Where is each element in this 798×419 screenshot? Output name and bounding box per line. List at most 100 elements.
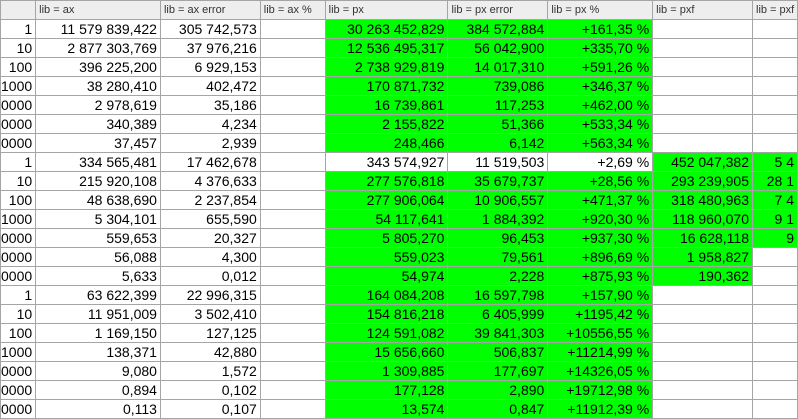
row-label-cell[interactable]: 0000 (0, 361, 37, 381)
table-cell[interactable] (259, 133, 326, 153)
table-cell[interactable] (752, 57, 798, 77)
table-cell[interactable]: 138,371 (35, 342, 161, 362)
table-cell[interactable] (652, 285, 753, 305)
column-header-4[interactable]: lib = px (324, 0, 449, 20)
table-cell[interactable] (259, 209, 326, 229)
table-cell[interactable]: 215 920,108 (35, 171, 161, 191)
table-cell[interactable]: 0,113 (35, 399, 161, 419)
table-cell[interactable]: 2 738 929,819 (324, 57, 449, 77)
table-cell[interactable]: 51,366 (447, 114, 549, 134)
table-row[interactable]: 0000 2 978,619 35,186 16 739,861 117,253 +462… (0, 95, 798, 115)
table-cell[interactable] (752, 95, 798, 115)
row-label-cell[interactable]: 100 (0, 57, 37, 77)
table-cell[interactable]: 0,107 (159, 399, 261, 419)
row-label-cell[interactable]: 10 (0, 171, 37, 191)
table-row[interactable]: 1000 138,371 42,880 15 656,660 506,837 +11214… (0, 342, 798, 362)
table-row[interactable]: 0000 37,457 2,939 248,466 6,142 +563,34 % (0, 133, 798, 153)
table-cell[interactable]: 48 638,690 (35, 190, 161, 210)
table-cell[interactable] (652, 133, 753, 153)
table-cell[interactable]: 343 574,927 (324, 152, 449, 172)
table-row[interactable]: 1 11 579 839,422 305 742,573 30 263 452,829… (0, 19, 798, 39)
table-cell[interactable] (652, 19, 753, 39)
table-cell[interactable]: 56 042,900 (447, 38, 549, 58)
table-cell[interactable]: +462,00 % (547, 95, 654, 115)
table-cell[interactable]: 9,080 (35, 361, 161, 381)
row-label-cell[interactable]: 10 (0, 304, 37, 324)
table-cell[interactable]: 170 871,732 (324, 76, 449, 96)
table-cell[interactable] (259, 399, 326, 419)
row-label-cell[interactable]: 0000 (0, 114, 37, 134)
table-cell[interactable]: 384 572,884 (447, 19, 549, 39)
table-cell[interactable] (259, 57, 326, 77)
row-label-cell[interactable]: 0000 (0, 399, 37, 419)
table-cell[interactable]: 318 480,963 (652, 190, 753, 210)
table-cell[interactable]: 56,088 (35, 247, 161, 267)
table-row[interactable]: 100 48 638,690 2 237,854 277 906,064 10 906,… (0, 190, 798, 210)
table-cell[interactable]: 2 237,854 (159, 190, 261, 210)
table-cell[interactable]: 127,125 (159, 323, 261, 343)
table-cell[interactable] (259, 342, 326, 362)
table-cell[interactable]: 655,590 (159, 209, 261, 229)
table-cell[interactable]: 10 906,557 (447, 190, 549, 210)
column-header-0[interactable] (0, 0, 37, 20)
table-row[interactable]: 1000 5 304,101 655,590 54 117,641 1 884,392 +… (0, 209, 798, 229)
table-cell[interactable] (259, 323, 326, 343)
table-cell[interactable] (752, 247, 798, 267)
row-label-cell[interactable]: 0000 (0, 380, 37, 400)
table-cell[interactable] (259, 247, 326, 267)
table-cell[interactable]: 164 084,208 (324, 285, 449, 305)
table-cell[interactable]: 1 958,827 (652, 247, 753, 267)
table-cell[interactable]: 1,572 (159, 361, 261, 381)
table-cell[interactable]: 124 591,082 (324, 323, 449, 343)
table-cell[interactable] (652, 323, 753, 343)
table-cell[interactable]: 190,362 (652, 266, 753, 286)
table-cell[interactable]: 0,102 (159, 380, 261, 400)
column-header-2[interactable]: lib = ax error (159, 0, 261, 20)
table-cell[interactable] (752, 76, 798, 96)
table-cell[interactable] (259, 380, 326, 400)
table-cell[interactable]: 11 519,503 (447, 152, 549, 172)
table-cell[interactable]: +19712,98 % (547, 380, 654, 400)
table-row[interactable]: 1 63 622,399 22 996,315 164 084,208 16 597,7… (0, 285, 798, 305)
table-cell[interactable] (652, 380, 753, 400)
table-cell[interactable]: +335,70 % (547, 38, 654, 58)
table-cell[interactable] (652, 95, 753, 115)
table-cell[interactable] (259, 190, 326, 210)
table-cell[interactable]: 0,012 (159, 266, 261, 286)
table-cell[interactable]: +533,34 % (547, 114, 654, 134)
table-cell[interactable]: 1 169,150 (35, 323, 161, 343)
table-cell[interactable]: 305 742,573 (159, 19, 261, 39)
table-cell[interactable] (652, 57, 753, 77)
table-cell[interactable]: 30 263 452,829 (324, 19, 449, 39)
table-cell[interactable]: 2,228 (447, 266, 549, 286)
table-cell[interactable]: +11912,39 % (547, 399, 654, 419)
table-cell[interactable] (259, 304, 326, 324)
table-cell[interactable]: 2 155,822 (324, 114, 449, 134)
table-cell[interactable] (752, 380, 798, 400)
table-cell[interactable] (259, 285, 326, 305)
table-cell[interactable]: 7 4 (752, 190, 798, 210)
table-cell[interactable] (752, 323, 798, 343)
table-cell[interactable]: 277 576,818 (324, 171, 449, 191)
table-row[interactable]: 0000 559,653 20,327 5 805,270 96,453 +937,30 … (0, 228, 798, 248)
table-cell[interactable] (652, 38, 753, 58)
row-label-cell[interactable]: 1000 (0, 342, 37, 362)
table-cell[interactable] (752, 38, 798, 58)
table-row[interactable]: 100 1 169,150 127,125 124 591,082 39 841,303… (0, 323, 798, 343)
table-cell[interactable]: 177,128 (324, 380, 449, 400)
table-cell[interactable] (752, 399, 798, 419)
table-cell[interactable] (652, 76, 753, 96)
table-cell[interactable]: 0,894 (35, 380, 161, 400)
table-row[interactable]: 0000 56,088 4,300 559,023 79,561 +896,69 % 1 9… (0, 247, 798, 267)
table-cell[interactable] (652, 114, 753, 134)
table-cell[interactable]: 396 225,200 (35, 57, 161, 77)
table-cell[interactable]: 293 239,905 (652, 171, 753, 191)
table-cell[interactable]: 5 304,101 (35, 209, 161, 229)
table-cell[interactable]: 96,453 (447, 228, 549, 248)
table-cell[interactable]: 9 1 (752, 209, 798, 229)
table-cell[interactable]: 452 047,382 (652, 152, 753, 172)
table-cell[interactable] (752, 133, 798, 153)
row-label-cell[interactable]: 0000 (0, 266, 37, 286)
table-cell[interactable]: +14326,05 % (547, 361, 654, 381)
table-cell[interactable]: 2 978,619 (35, 95, 161, 115)
